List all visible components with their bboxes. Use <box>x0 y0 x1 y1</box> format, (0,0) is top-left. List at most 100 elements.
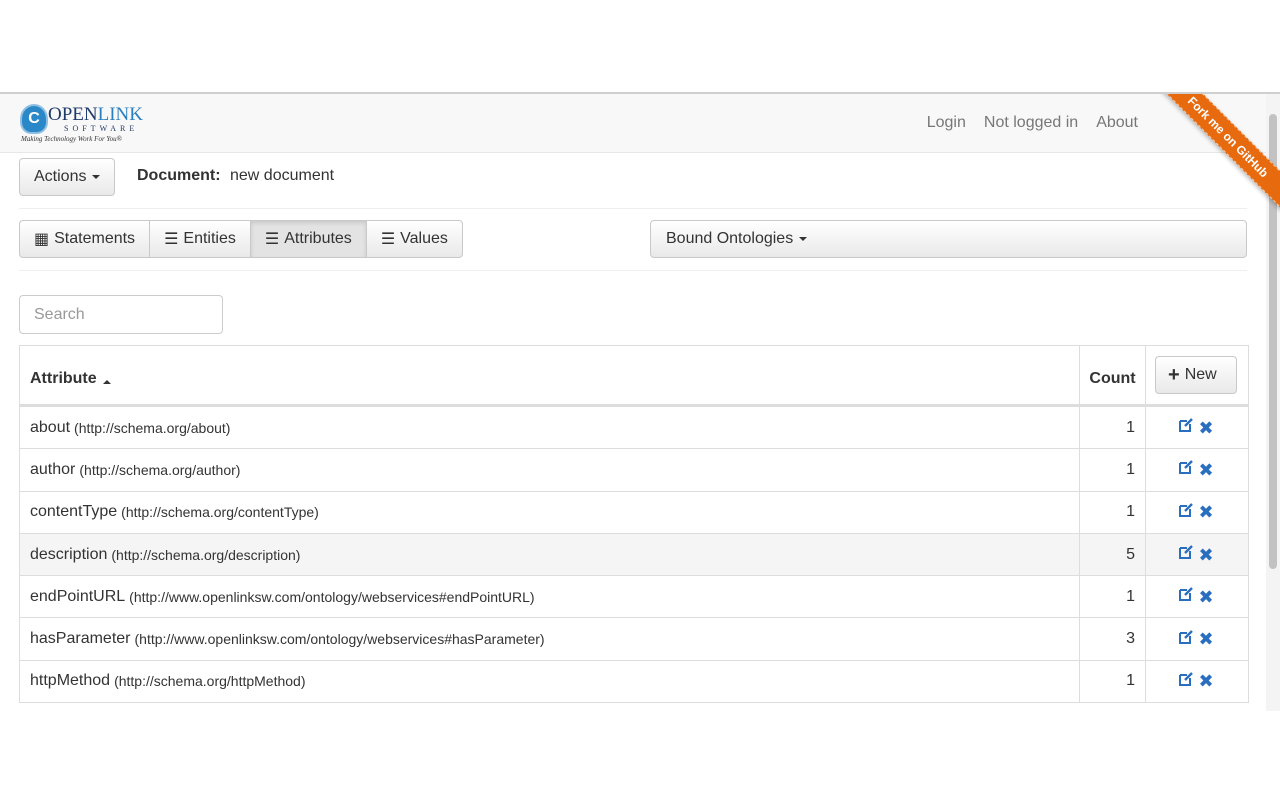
openlink-logo-mark-icon: C <box>20 104 48 134</box>
edit-button[interactable] <box>1178 544 1194 565</box>
attribute-uri: (http://schema.org/description) <box>111 546 301 563</box>
logo-name: OPENLINK <box>48 104 144 125</box>
app-frame: C OPENLINK SOFTWARE Making Technology Wo… <box>0 92 1280 711</box>
document-name: new document <box>230 167 335 184</box>
delete-icon[interactable]: ✖ <box>1198 588 1213 606</box>
count-cell: 3 <box>1080 618 1146 660</box>
row-actions: ✖ <box>1146 407 1246 448</box>
table-row: contentType (http://schema.org/contentTyp… <box>20 490 1248 533</box>
sort-ascending-icon <box>102 380 111 384</box>
attribute-uri: (http://schema.org/about) <box>74 419 231 436</box>
table-body: about (http://schema.org/about) 1 ✖ author (h… <box>20 406 1248 703</box>
fork-me-on-github-ribbon[interactable]: Fork me on GitHub <box>1155 94 1280 210</box>
search-input[interactable] <box>19 295 223 334</box>
attribute-count: 1 <box>1126 672 1135 690</box>
table-row: hasParameter (http://www.openlinksw.com/o… <box>20 617 1248 660</box>
table-row: httpMethod (http://schema.org/httpMethod)… <box>20 659 1248 703</box>
attribute-uri: (http://www.openlinksw.com/ontology/webs… <box>134 631 545 648</box>
edit-button[interactable] <box>1178 502 1194 523</box>
delete-icon[interactable]: ✖ <box>1198 503 1213 521</box>
logo-tagline: Making Technology Work For You® <box>21 135 122 143</box>
delete-icon[interactable]: ✖ <box>1198 672 1213 690</box>
bound-ontologies-dropdown[interactable]: Bound Ontologies <box>650 220 1247 258</box>
edit-icon <box>1179 587 1194 602</box>
attribute-name: contentType <box>30 503 118 521</box>
attribute-count: 1 <box>1126 460 1135 478</box>
actions-label: Actions <box>34 168 87 185</box>
row-actions: ✖ <box>1146 534 1246 575</box>
attribute-cell: hasParameter (http://www.openlinksw.com/o… <box>20 618 1080 660</box>
logo-sub: SOFTWARE <box>64 124 139 133</box>
attribute-uri: (http://schema.org/author) <box>79 461 241 478</box>
attribute-uri: (http://www.openlinksw.com/ontology/webs… <box>129 588 535 605</box>
attribute-count: 1 <box>1126 418 1135 436</box>
divider <box>19 270 1247 271</box>
table-row: description (http://schema.org/descriptio… <box>20 532 1248 576</box>
github-ribbon-wrap: Fork me on GitHub <box>1150 94 1280 224</box>
caret-down-icon <box>799 237 808 241</box>
view-tabs: ▦ Statements ☰ Entities ☰ Attributes ☰ V… <box>19 220 463 258</box>
list-icon: ☰ <box>164 231 179 248</box>
row-actions: ✖ <box>1146 576 1246 617</box>
attribute-column-header[interactable]: Attribute <box>20 346 1080 404</box>
edit-button[interactable] <box>1178 671 1194 692</box>
login-status: Not logged in <box>983 114 1079 131</box>
count-cell: 5 <box>1080 533 1146 576</box>
table-row: about (http://schema.org/about) 1 ✖ <box>20 406 1248 449</box>
attribute-cell: description (http://schema.org/descriptio… <box>20 533 1080 576</box>
nav-links: Login Not logged in About <box>927 114 1138 132</box>
count-cell: 1 <box>1080 449 1146 491</box>
delete-icon[interactable]: ✖ <box>1198 419 1213 437</box>
navbar: C OPENLINK SOFTWARE Making Technology Wo… <box>0 94 1266 153</box>
new-attribute-button[interactable]: + New <box>1155 356 1237 394</box>
actions-dropdown-button[interactable]: Actions <box>19 158 115 196</box>
attribute-cell: httpMethod (http://schema.org/httpMethod) <box>20 660 1080 703</box>
edit-icon <box>1179 502 1194 517</box>
plus-icon: + <box>1168 363 1180 386</box>
row-actions: ✖ <box>1146 449 1246 490</box>
attribute-name: hasParameter <box>30 630 131 648</box>
edit-button[interactable] <box>1178 417 1194 438</box>
th-icon: ▦ <box>34 231 50 248</box>
attribute-name: description <box>30 545 108 563</box>
document-label: Document: <box>137 167 221 184</box>
edit-icon <box>1179 545 1194 560</box>
count-column-header: Count <box>1080 346 1146 404</box>
attribute-count: 5 <box>1126 545 1135 563</box>
attribute-count: 1 <box>1126 587 1135 605</box>
count-cell: 1 <box>1080 407 1146 449</box>
attribute-cell: author (http://schema.org/author) <box>20 449 1080 491</box>
table-header: Attribute Count + New <box>20 346 1248 406</box>
row-actions: ✖ <box>1146 618 1246 659</box>
attributes-table: Attribute Count + New about (http://schem… <box>19 345 1249 704</box>
count-cell: 1 <box>1080 660 1146 703</box>
divider <box>19 208 1247 209</box>
list-icon: ☰ <box>380 231 396 248</box>
list-icon: ☰ <box>264 231 280 248</box>
caret-down-icon <box>92 175 101 179</box>
attribute-name: about <box>30 418 71 436</box>
edit-icon <box>1179 672 1194 686</box>
delete-icon[interactable]: ✖ <box>1198 546 1213 564</box>
table-row: author (http://schema.org/author) 1 ✖ <box>20 448 1248 491</box>
edit-button[interactable] <box>1178 629 1194 650</box>
attribute-name: endPointURL <box>30 587 126 605</box>
delete-icon[interactable]: ✖ <box>1198 630 1213 648</box>
edit-button[interactable] <box>1178 459 1194 480</box>
new-column-header: + New <box>1146 346 1246 404</box>
login-link[interactable]: Login <box>927 114 966 132</box>
attribute-count: 3 <box>1126 630 1135 648</box>
tab-entities[interactable]: ☰ Entities <box>149 220 251 258</box>
tab-values[interactable]: ☰ Values <box>365 220 463 258</box>
delete-icon[interactable]: ✖ <box>1198 461 1213 479</box>
about-link[interactable]: About <box>1096 114 1138 132</box>
openlink-logo[interactable]: C OPENLINK SOFTWARE Making Technology Wo… <box>20 102 144 146</box>
attribute-cell: contentType (http://schema.org/contentTyp… <box>20 491 1080 533</box>
tab-attributes[interactable]: ☰ Attributes <box>249 220 367 258</box>
edit-button[interactable] <box>1178 586 1194 607</box>
count-cell: 1 <box>1080 491 1146 533</box>
row-actions: ✖ <box>1146 492 1246 533</box>
edit-icon <box>1179 629 1194 644</box>
tab-statements[interactable]: ▦ Statements <box>19 220 151 258</box>
attribute-count: 1 <box>1126 503 1135 521</box>
